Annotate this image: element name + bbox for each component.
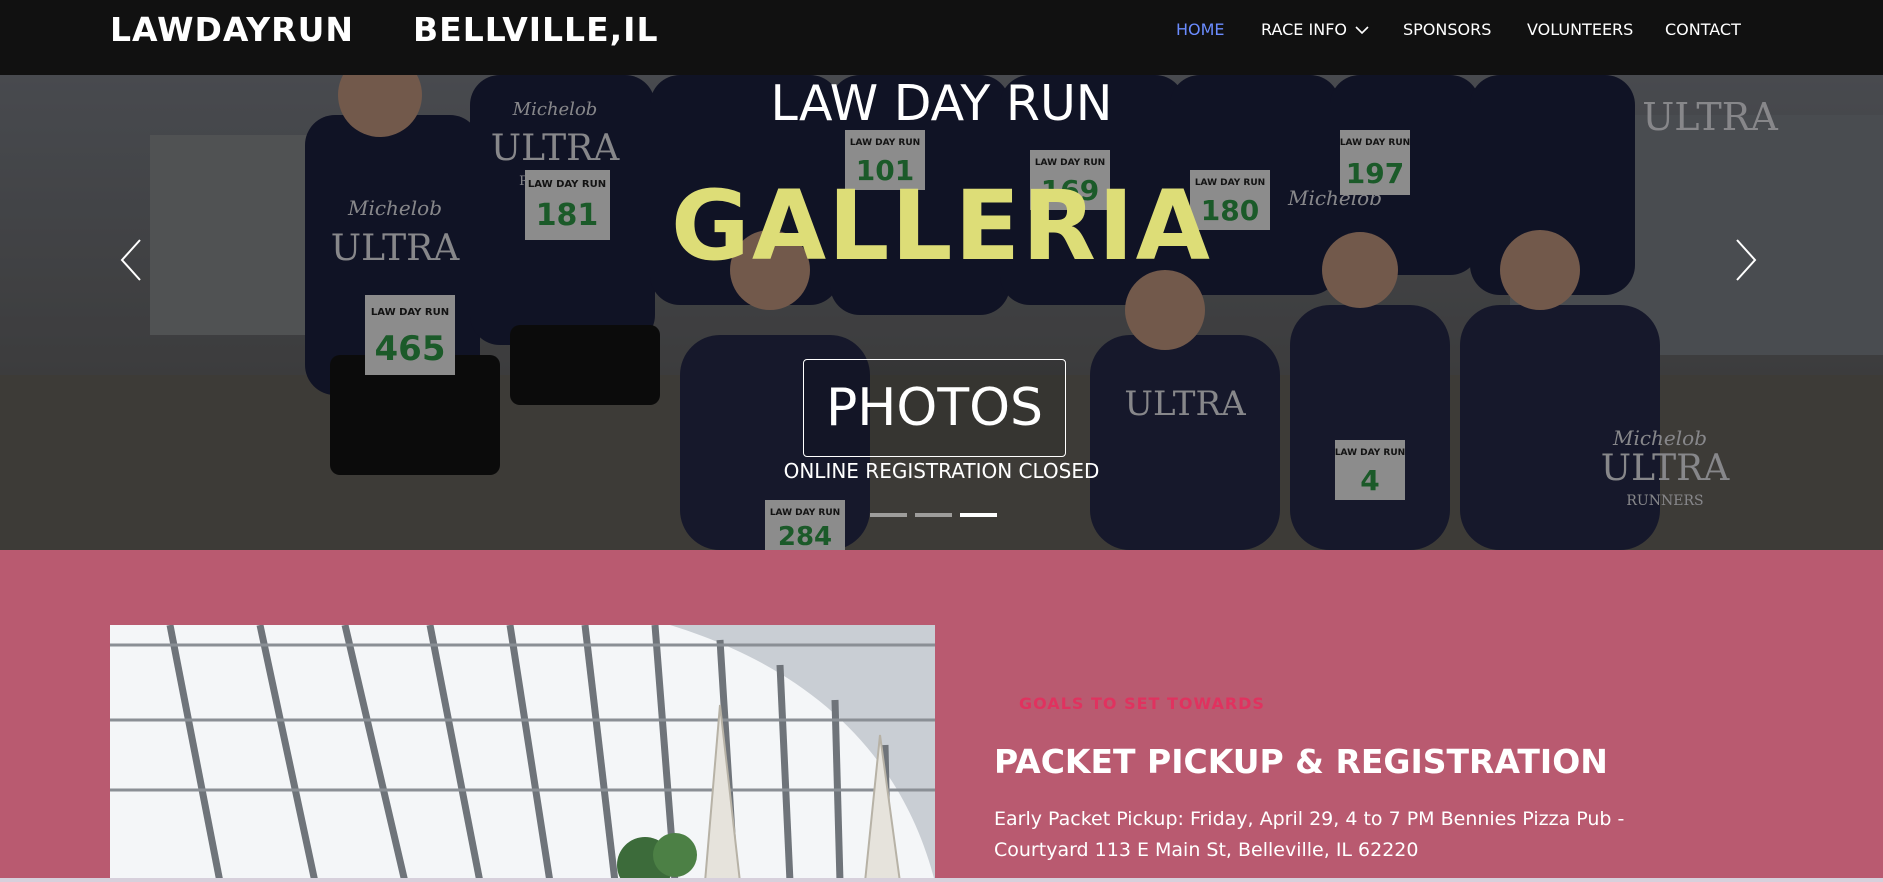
photos-button[interactable]: PHOTOS (803, 359, 1066, 457)
carousel-indicators (870, 513, 997, 517)
nav-home[interactable]: HOME (1176, 20, 1225, 39)
packet-pickup-section: GOALS TO SET TOWARDS PACKET PICKUP & REG… (0, 550, 1883, 882)
brand-logo[interactable]: LAWDAYRUN (110, 10, 354, 49)
packet-pickup-details: Early Packet Pickup: Friday, April 29, 4… (994, 808, 1625, 861)
carousel-dot[interactable] (870, 513, 907, 517)
hero-title: GALLERIA (671, 170, 1212, 282)
hero-carousel: Michelob Michelob Michelob Michelob ULTR… (0, 75, 1883, 550)
registration-status: ONLINE REGISTRATION CLOSED (783, 459, 1100, 483)
nav-contact[interactable]: CONTACT (1665, 20, 1741, 39)
bottom-scroll-edge (0, 878, 1883, 882)
chevron-right-icon[interactable] (1725, 230, 1765, 290)
hero-kicker: LAW DAY RUN (770, 75, 1113, 132)
section-label: GOALS TO SET TOWARDS (1019, 694, 1265, 713)
venue-photo (110, 625, 935, 882)
nav-race-info[interactable]: RACE INFO (1261, 20, 1369, 39)
carousel-dot-active[interactable] (960, 513, 997, 517)
chevron-down-icon (1355, 25, 1369, 34)
brand-city: BELLVILLE,IL (413, 10, 659, 49)
nav-race-info-label: RACE INFO (1261, 20, 1347, 39)
chevron-left-icon[interactable] (112, 230, 152, 290)
carousel-dot[interactable] (915, 513, 952, 517)
page: LAWDAYRUN BELLVILLE,IL HOME RACE INFO SP… (0, 0, 1883, 882)
section-heading: PACKET PICKUP & REGISTRATION (994, 742, 1608, 781)
nav-sponsors[interactable]: SPONSORS (1403, 20, 1491, 39)
top-navbar: LAWDAYRUN BELLVILLE,IL HOME RACE INFO SP… (0, 0, 1883, 75)
nav-volunteers[interactable]: VOLUNTEERS (1527, 20, 1633, 39)
